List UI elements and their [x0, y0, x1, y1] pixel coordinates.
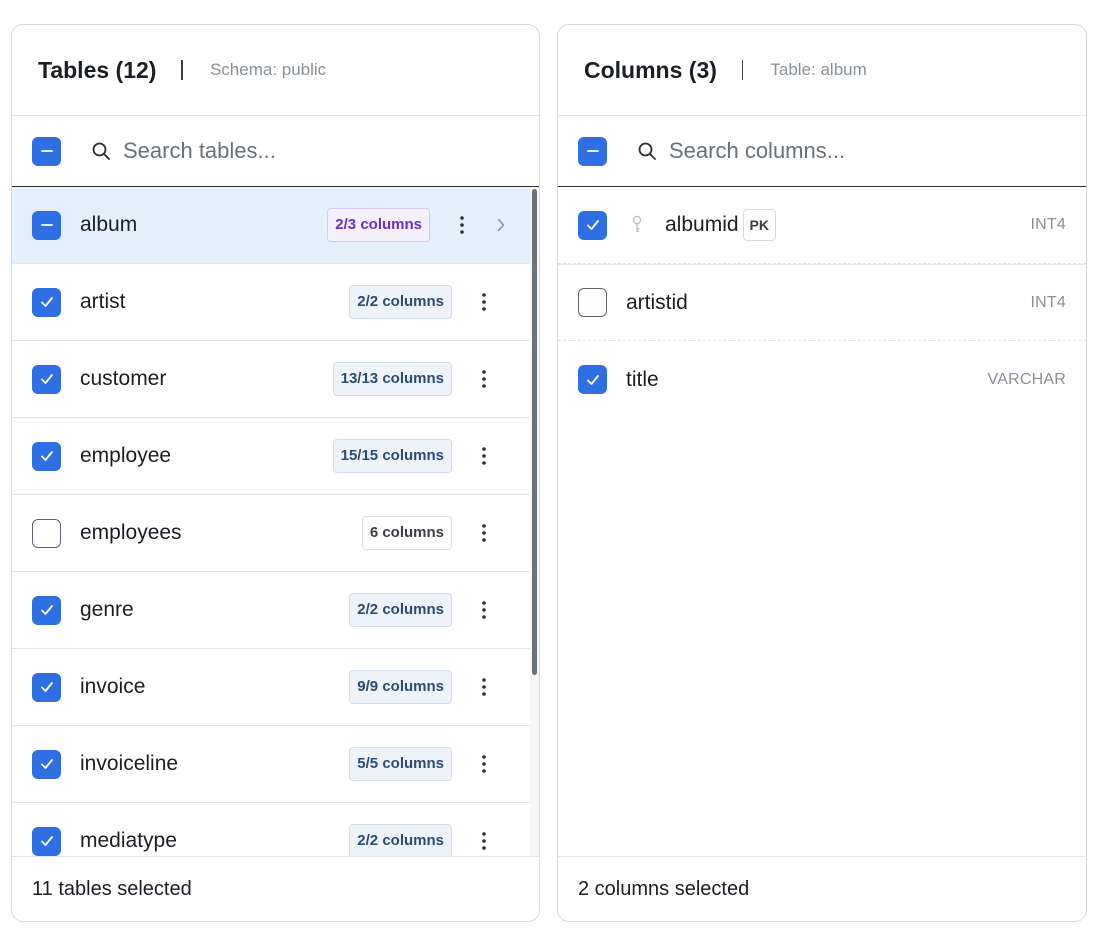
- table-row-album[interactable]: album 2/3 columns: [12, 187, 530, 264]
- column-count-badge: 2/2 columns: [349, 593, 452, 627]
- table-name: mediatype: [80, 829, 177, 852]
- table-checkbox[interactable]: [32, 441, 61, 471]
- column-row-albumid[interactable]: albumid PK INT4: [558, 187, 1086, 264]
- column-count-badge: 13/13 columns: [332, 362, 452, 396]
- columns-list: albumid PK INT4 artistid INT4 title VARC…: [558, 187, 1086, 857]
- more-options-icon[interactable]: [474, 524, 494, 542]
- more-options-icon[interactable]: [474, 447, 494, 465]
- column-checkbox[interactable]: [578, 288, 607, 317]
- tables-selected-count: 11 tables selected: [12, 856, 539, 921]
- tables-panel-title: Tables (12): [38, 56, 157, 83]
- column-count-badge: 2/2 columns: [349, 824, 452, 857]
- table-checkbox[interactable]: [32, 518, 61, 548]
- tables-scrollbar[interactable]: [530, 187, 539, 857]
- search-icon: [637, 140, 659, 162]
- select-all-columns-checkbox[interactable]: [578, 136, 607, 166]
- more-options-icon[interactable]: [452, 216, 472, 234]
- table-row-invoice[interactable]: invoice 9/9 columns: [12, 649, 530, 726]
- table-name: employees: [80, 521, 182, 544]
- table-checkbox[interactable]: [32, 364, 61, 394]
- table-name: customer: [80, 367, 167, 390]
- columns-selected-count: 2 columns selected: [558, 856, 1086, 921]
- table-name: employee: [80, 444, 172, 467]
- column-name: albumid: [665, 213, 739, 236]
- column-name: artistid: [626, 290, 688, 314]
- column-count-badge: 15/15 columns: [332, 439, 452, 473]
- table-name: invoiceline: [80, 752, 179, 775]
- more-options-icon[interactable]: [474, 370, 494, 388]
- column-count-badge: 5/5 columns: [349, 747, 452, 781]
- table-checkbox[interactable]: [32, 595, 61, 625]
- column-checkbox[interactable]: [578, 365, 607, 394]
- tables-list: album 2/3 columns artist 2/2 columns cus…: [12, 187, 530, 857]
- columns-panel-title: Columns (3): [584, 56, 717, 83]
- header-divider: [181, 60, 183, 80]
- search-icon: [91, 140, 113, 162]
- table-row-artist[interactable]: artist 2/2 columns: [12, 264, 530, 341]
- column-count-badge: 6 columns: [361, 516, 452, 550]
- table-row-genre[interactable]: genre 2/2 columns: [12, 572, 530, 649]
- search-columns-input[interactable]: [669, 138, 1029, 164]
- more-options-icon[interactable]: [474, 755, 494, 773]
- chevron-right-icon[interactable]: [494, 218, 508, 232]
- table-name: artist: [80, 290, 126, 313]
- table-row-mediatype[interactable]: mediatype 2/2 columns: [12, 803, 530, 857]
- table-name: invoice: [80, 675, 146, 698]
- select-all-tables-checkbox[interactable]: [32, 136, 61, 166]
- more-options-icon[interactable]: [474, 678, 494, 696]
- column-type: INT4: [1030, 293, 1066, 311]
- table-checkbox[interactable]: [32, 287, 61, 317]
- column-row-artistid[interactable]: artistid INT4: [558, 264, 1086, 341]
- table-checkbox[interactable]: [32, 672, 61, 702]
- schema-label: Schema: public: [209, 60, 327, 79]
- tables-panel: Tables (12) Schema: public album 2/3 col…: [11, 24, 540, 922]
- more-options-icon[interactable]: [474, 293, 494, 311]
- column-checkbox[interactable]: [578, 210, 607, 240]
- column-count-badge: 9/9 columns: [349, 670, 452, 704]
- more-options-icon[interactable]: [474, 832, 494, 850]
- tables-search-row: [12, 116, 539, 187]
- primary-key-badge: PK: [742, 209, 776, 241]
- search-tables-input[interactable]: [123, 138, 483, 164]
- table-checkbox[interactable]: [32, 826, 61, 856]
- table-name: album: [80, 213, 138, 236]
- column-type: INT4: [1030, 216, 1066, 233]
- more-options-icon[interactable]: [474, 601, 494, 619]
- column-row-title[interactable]: title VARCHAR: [558, 341, 1086, 418]
- table-row-employees[interactable]: employees 6 columns: [12, 495, 530, 572]
- column-count-badge: 2/2 columns: [349, 285, 452, 319]
- table-row-customer[interactable]: customer 13/13 columns: [12, 341, 530, 418]
- table-checkbox[interactable]: [32, 749, 61, 779]
- tables-panel-header: Tables (12) Schema: public: [12, 25, 539, 116]
- columns-panel-header: Columns (3) Table: album: [558, 25, 1086, 116]
- column-count-badge: 2/3 columns: [327, 208, 430, 242]
- columns-search-row: [558, 116, 1086, 187]
- columns-panel: Columns (3) Table: album albumid PK INT4…: [557, 24, 1087, 922]
- table-row-employee[interactable]: employee 15/15 columns: [12, 418, 530, 495]
- column-type: VARCHAR: [987, 370, 1066, 388]
- table-label: Table: album: [770, 60, 867, 79]
- table-checkbox[interactable]: [32, 210, 61, 240]
- key-icon: [629, 215, 645, 235]
- column-name: title: [626, 367, 659, 391]
- scrollbar-thumb[interactable]: [532, 189, 537, 675]
- table-name: genre: [80, 598, 134, 621]
- table-row-invoiceline[interactable]: invoiceline 5/5 columns: [12, 726, 530, 803]
- header-divider: [741, 60, 744, 80]
